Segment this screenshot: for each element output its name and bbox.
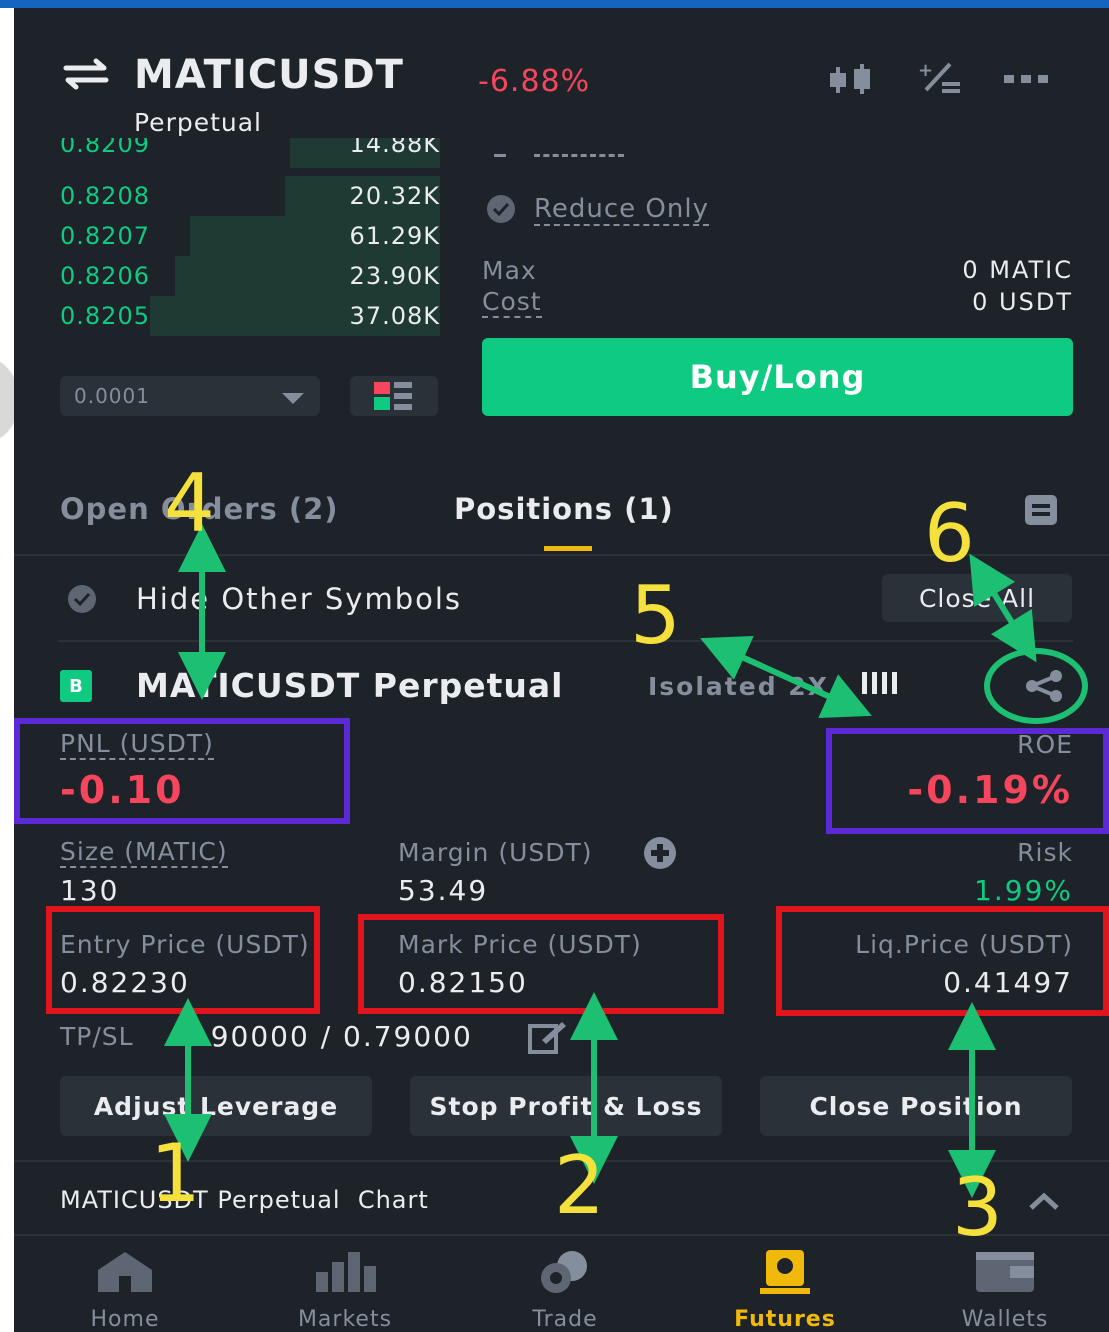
annotation-number-5: 5	[630, 569, 681, 662]
annotation-number-1: 1	[150, 1127, 201, 1220]
browser-top-bar	[0, 0, 1109, 8]
annotation-number-3: 3	[952, 1161, 1003, 1254]
annotation-number-2: 2	[554, 1139, 605, 1232]
annotation-number-4: 4	[164, 457, 215, 550]
annotation-number-6: 6	[924, 487, 975, 580]
left-margin	[0, 8, 14, 1332]
futures-app-screen: MATICUSDT -6.88% Perpetual + 0.8209 14.8…	[14, 8, 1109, 1332]
